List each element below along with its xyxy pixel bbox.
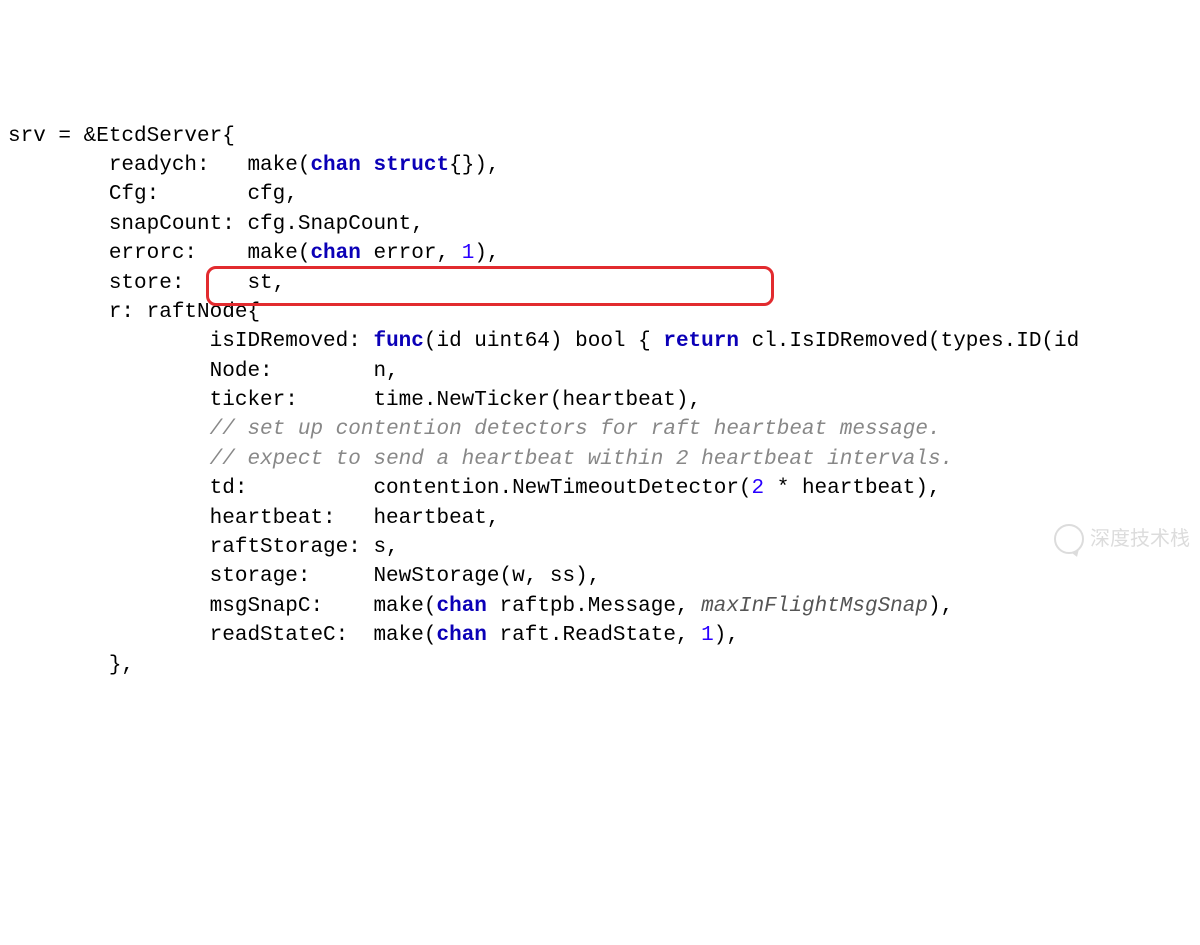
code-line: readych: make(chan struct{}), [8, 154, 500, 177]
code-line: Node: n, [8, 360, 399, 383]
code-line: snapCount: cfg.SnapCount, [8, 213, 424, 236]
code-line: srv = &EtcdServer{ [8, 125, 235, 148]
code-line: Cfg: cfg, [8, 183, 298, 206]
code-line: // set up contention detectors for raft … [8, 418, 941, 441]
code-line: // expect to send a heartbeat within 2 h… [8, 448, 953, 471]
code-line-highlighted: ticker: time.NewTicker(heartbeat), [8, 389, 701, 412]
code-line: raftStorage: s, [8, 536, 399, 559]
code-line: heartbeat: heartbeat, [8, 507, 499, 530]
code-line: readStateC: make(chan raft.ReadState, 1)… [8, 624, 739, 647]
code-line: store: st, [8, 272, 285, 295]
code-line: r: raftNode{ [8, 301, 260, 324]
code-line: errorc: make(chan error, 1), [8, 242, 500, 265]
code-block: srv = &EtcdServer{ readych: make(chan st… [8, 122, 1192, 680]
code-line: isIDRemoved: func(id uint64) bool { retu… [8, 330, 1079, 353]
code-line: msgSnapC: make(chan raftpb.Message, maxI… [8, 595, 953, 618]
code-line: storage: NewStorage(w, ss), [8, 565, 600, 588]
code-line: }, [8, 654, 134, 677]
code-line: td: contention.NewTimeoutDetector(2 * he… [8, 477, 941, 500]
